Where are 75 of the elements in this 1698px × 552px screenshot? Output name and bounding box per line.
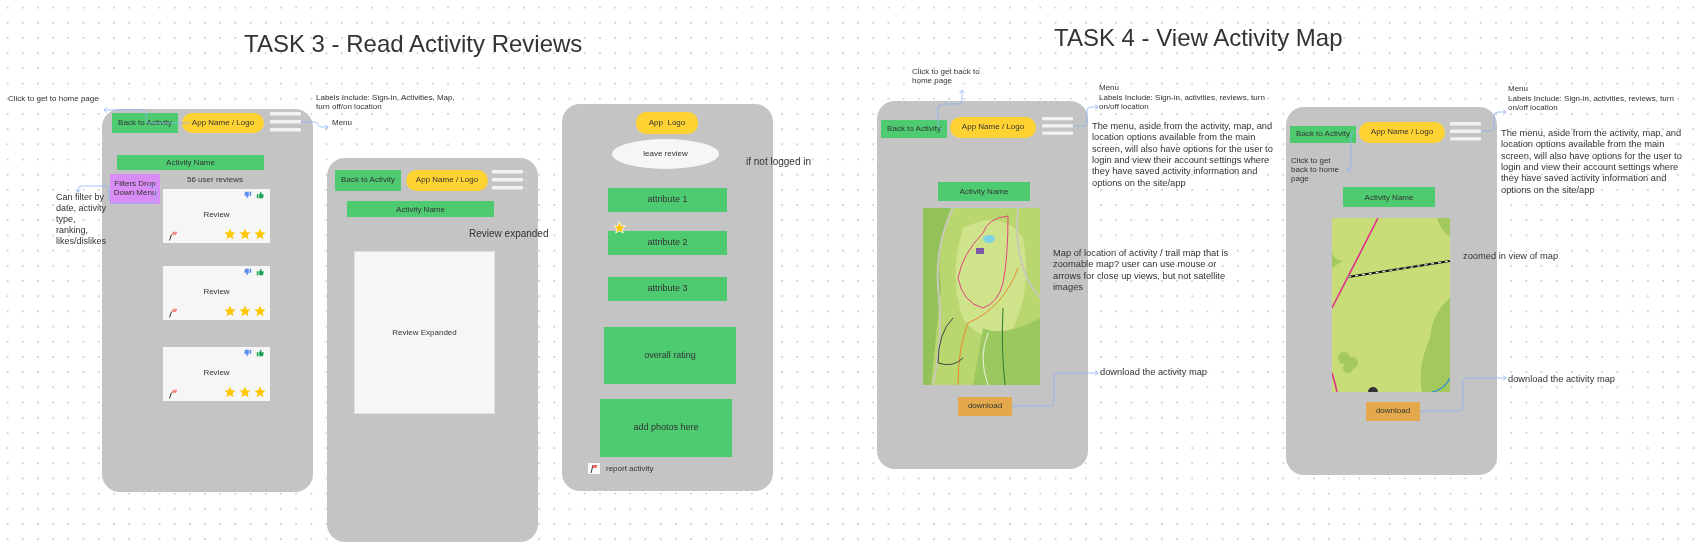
- leave-review-button[interactable]: leave review: [612, 139, 719, 169]
- download-button[interactable]: download: [1366, 402, 1420, 421]
- star-icon: [239, 228, 251, 240]
- thumbs-down-icon[interactable]: [244, 191, 252, 199]
- attribute-button[interactable]: attribute 1: [608, 188, 727, 212]
- menu-icon[interactable]: [270, 112, 301, 132]
- annotation-text: Map of location of activity / trail map that is zoomable map? user can use mouse or arrows for close up views, but not satellite images: [1053, 248, 1230, 294]
- flag-icon[interactable]: [588, 463, 600, 474]
- activity-name-bar: Activity Name: [347, 201, 494, 217]
- section-title: TASK 3 - Read Activity Reviews: [244, 30, 583, 58]
- annotation-text: zoomed in view of map: [1463, 251, 1559, 263]
- thumbs-up-icon[interactable]: [256, 191, 264, 199]
- review-text: Review: [202, 210, 231, 219]
- back-button[interactable]: Back to Activity: [335, 170, 401, 191]
- review-text: Review: [202, 287, 231, 296]
- menu-icon[interactable]: [492, 170, 523, 190]
- review-card[interactable]: Review: [163, 347, 270, 401]
- thumbs-up-icon[interactable]: [256, 268, 264, 276]
- report-link[interactable]: report activity: [606, 464, 654, 473]
- app-logo[interactable]: App Name / Logo: [1359, 122, 1445, 143]
- review-count: 56 user reviews: [187, 175, 244, 184]
- star-icon: [239, 386, 251, 398]
- star-icon: [254, 386, 266, 398]
- annotation-text: Review expanded: [469, 228, 549, 241]
- flag-icon[interactable]: [168, 231, 178, 241]
- annotation-text: Menu: [1099, 84, 1119, 93]
- annotation-text: Can filter by date, activity type, ranking, likes/dislikes: [56, 192, 108, 247]
- activity-name-bar: Activity Name: [1343, 187, 1435, 207]
- annotation-text: Labels Include: Sign-in, activities, reviews, turn on/off location: [1099, 94, 1266, 112]
- annotation-text: Menu: [1508, 85, 1528, 94]
- annotation-text: Labels Include: Sign-in, activities, reviews, turn on/off location: [1508, 95, 1675, 113]
- thumbs-down-icon[interactable]: [244, 268, 252, 276]
- menu-icon[interactable]: [1042, 117, 1073, 135]
- star-icon: [224, 305, 236, 317]
- activity-name-bar: Activity Name: [117, 155, 264, 170]
- back-button[interactable]: Back to Activity: [1290, 126, 1356, 143]
- flag-icon[interactable]: [168, 308, 178, 318]
- overall-rating-button[interactable]: overall rating: [604, 327, 736, 384]
- app-logo[interactable]: App Name / Logo: [950, 117, 1036, 138]
- annotation-text: Click to get to home page: [8, 95, 100, 104]
- back-button[interactable]: Back to Activity: [112, 113, 178, 133]
- menu-icon[interactable]: [1450, 122, 1481, 141]
- annotation-text: Click to get back to home page: [912, 68, 981, 86]
- star-icon: [224, 386, 236, 398]
- star-icon: [254, 228, 266, 240]
- filter-dropdown[interactable]: Filters Drop Down Menu: [110, 174, 160, 204]
- star-icon: [254, 305, 266, 317]
- activity-name-bar: Activity Name: [938, 182, 1030, 201]
- attribute-button[interactable]: attribute 3: [608, 277, 727, 301]
- review-card: Review Expanded: [354, 251, 495, 414]
- annotation-text: Labels Include: Sign-in, Activities, Map, turn off/on location: [316, 94, 456, 112]
- annotation-text: The menu, aside from the activity, map, and location options available from the main screen, will also have options for the user to login and view their account settings where they have saved activity information and options on the site/app: [1501, 128, 1683, 196]
- annotation-text: The menu, aside from the activity, map, and location options available from the main screen, will also have options for the user to login and view their account settings where they have saved activity information and options on the site/app: [1092, 121, 1274, 189]
- app-logo[interactable]: App Name / Logo: [182, 113, 264, 133]
- section-title: TASK 4 - View Activity Map: [1054, 24, 1343, 52]
- review-card[interactable]: Review: [163, 189, 270, 243]
- annotation-text: if not logged in: [746, 156, 812, 169]
- annotation-text: Click to get back to home page: [1291, 157, 1341, 184]
- download-button[interactable]: download: [958, 397, 1012, 416]
- connector-arrow: [300, 121, 329, 130]
- annotation-text: Menu: [332, 119, 352, 128]
- review-card[interactable]: Review: [163, 266, 270, 320]
- thumbs-up-icon[interactable]: [256, 349, 264, 357]
- star-icon: [224, 228, 236, 240]
- star-icon: [239, 305, 251, 317]
- flag-icon[interactable]: [168, 389, 178, 399]
- back-button[interactable]: Back to Activity: [881, 120, 947, 138]
- thumbs-down-icon[interactable]: [244, 349, 252, 357]
- add-photos-button[interactable]: add photos here: [600, 399, 732, 457]
- attribute-button[interactable]: attribute 2: [608, 231, 727, 255]
- annotation-text: download the activity map: [1100, 367, 1207, 379]
- app-logo[interactable]: App Name / Logo: [406, 170, 488, 191]
- review-text: Review: [202, 368, 231, 377]
- annotation-text: download the activity map: [1508, 374, 1615, 386]
- app-logo[interactable]: App Logo: [636, 112, 698, 134]
